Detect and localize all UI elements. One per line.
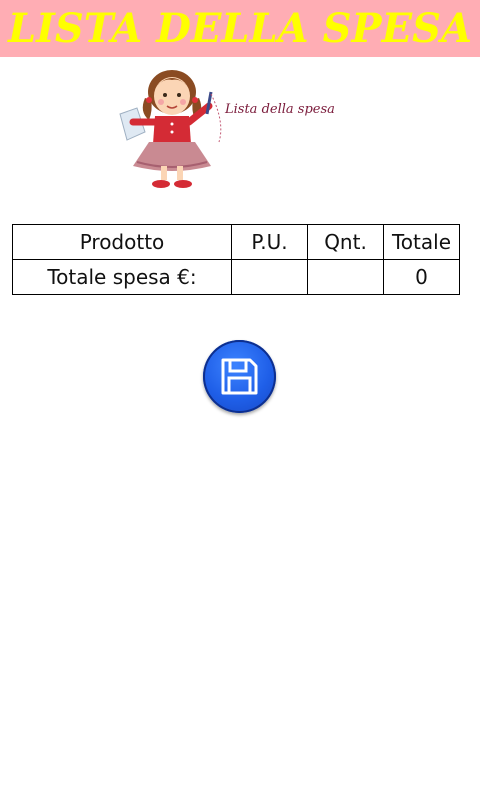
girl-drawing-icon — [119, 70, 222, 188]
total-value: 0 — [383, 259, 460, 295]
table-header-row: Prodotto P.U. Qnt. Totale — [12, 224, 460, 260]
header-product: Prodotto — [12, 224, 232, 260]
floppy-disk-icon — [221, 358, 258, 395]
header-unit-price: P.U. — [231, 224, 308, 260]
header-bar: LISTA DELLA SPESA — [0, 0, 480, 57]
table-total-row: Totale spesa €: 0 — [12, 259, 460, 295]
app-screen: LISTA DELLA SPESA Lista della spesa Prod… — [0, 0, 480, 800]
header-total: Totale — [383, 224, 460, 260]
header-quantity: Qnt. — [307, 224, 384, 260]
total-label: Totale spesa €: — [12, 259, 232, 295]
app-title: LISTA DELLA SPESA — [7, 5, 473, 52]
girl-illustration: Lista della spesa — [115, 62, 360, 200]
save-button[interactable] — [203, 340, 276, 413]
illustration-caption: Lista della spesa — [225, 102, 335, 117]
shopping-table: Prodotto P.U. Qnt. Totale Totale spesa €… — [12, 224, 460, 295]
total-quantity-cell — [307, 259, 384, 295]
total-unit-price-cell — [231, 259, 308, 295]
